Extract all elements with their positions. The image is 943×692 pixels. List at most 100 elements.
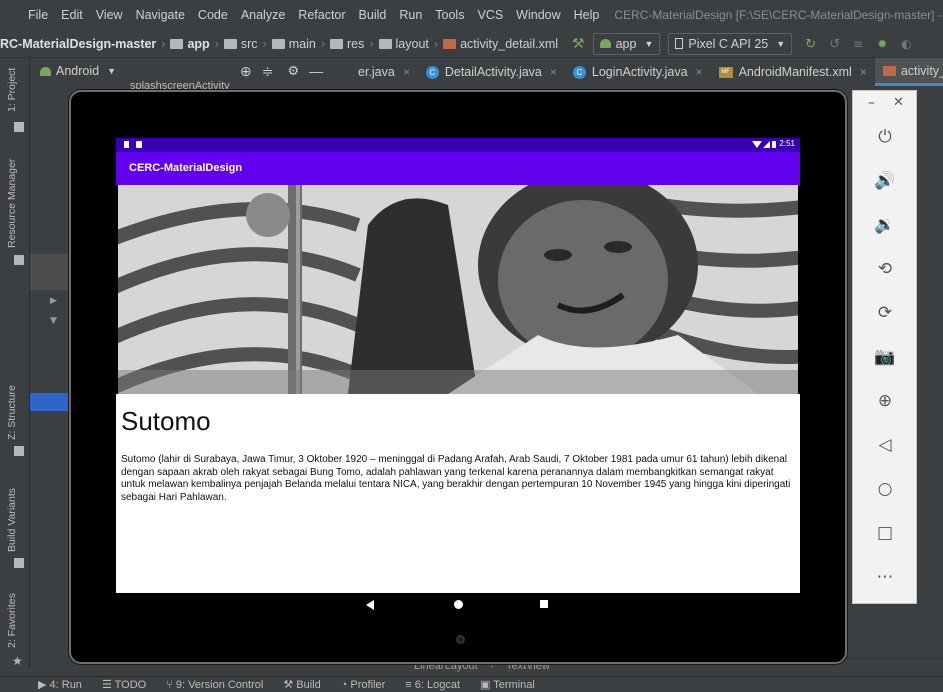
back-button[interactable]: ◁ (873, 433, 897, 457)
menu-code[interactable]: Code (198, 8, 228, 22)
close-icon[interactable]: × (860, 65, 867, 79)
app-title: CERC-MaterialDesign (129, 162, 243, 174)
more-button[interactable]: ⋯ (873, 565, 897, 589)
notification-icon (136, 141, 142, 148)
hide-panel-icon[interactable]: — (309, 63, 323, 79)
tab-android-manifest[interactable]: MF AndroidManifest.xml × (711, 58, 875, 86)
breadcrumb-project[interactable]: RC-MaterialDesign-master (0, 37, 156, 51)
notification-icon (124, 141, 129, 148)
rotate-left-button[interactable]: ⟲ (873, 257, 897, 281)
profile-icon[interactable]: ◐ (901, 37, 915, 51)
close-icon[interactable]: ✕ (893, 95, 904, 110)
chevron-right-icon: › (320, 36, 325, 51)
breadcrumb-file[interactable]: activity_detail.xml (460, 37, 558, 51)
rotate-right-button[interactable]: ⟳ (873, 301, 897, 325)
power-button[interactable]: ⏻ (873, 125, 897, 149)
tool-logcat[interactable]: ≡ 6: Logcat (405, 679, 460, 691)
tab-resource-manager[interactable]: Resource Manager (6, 159, 18, 248)
tool-todo[interactable]: ☰ TODO (102, 678, 146, 691)
emulator-panel-header: – ✕ (853, 91, 916, 119)
tool-run[interactable]: ▶ 4: Run (38, 678, 82, 691)
close-icon[interactable]: × (550, 65, 557, 79)
apply-code-changes-icon[interactable]: ≡ (853, 37, 867, 51)
menu-window[interactable]: Window (516, 8, 560, 22)
folder-icon (378, 38, 392, 49)
device-camera (456, 635, 465, 644)
chevron-right-icon: › (369, 36, 374, 51)
menu-navigate[interactable]: Navigate (136, 8, 185, 22)
home-icon[interactable] (454, 600, 463, 609)
menu-edit[interactable]: Edit (61, 8, 83, 22)
editor-tabs: er.java × C DetailActivity.java × C Logi… (350, 58, 943, 86)
hero-name: Sutomo (121, 406, 211, 436)
tab-label: er.java (358, 65, 395, 79)
tree-selected-row (30, 254, 70, 290)
close-icon[interactable]: × (403, 65, 410, 79)
breadcrumb-res[interactable]: res (347, 37, 364, 51)
tool-build[interactable]: ⚒ Build (283, 678, 320, 691)
overview-icon[interactable] (540, 600, 548, 608)
star-icon: ★ (12, 654, 23, 668)
module-folder-icon (170, 38, 184, 49)
tool-terminal[interactable]: ▣ Terminal (480, 678, 535, 691)
hero-photo-graphic (118, 185, 798, 394)
tab-build-variants[interactable]: Build Variants (6, 488, 18, 552)
menu-run[interactable]: Run (399, 8, 422, 22)
home-button[interactable]: ○ (873, 477, 897, 501)
breadcrumb-app[interactable]: app (187, 37, 209, 51)
tool-profiler-label: Profiler (350, 678, 386, 691)
chevron-down-icon: ▼ (776, 38, 786, 49)
minimize-icon[interactable]: – (868, 95, 875, 111)
breadcrumb-src[interactable]: src (241, 37, 258, 51)
rerun-icon[interactable]: ↻ (805, 37, 819, 52)
breadcrumb-main[interactable]: main (289, 37, 316, 51)
tool-version-control[interactable]: ⑂ 9: Version Control (166, 679, 263, 691)
device-screen[interactable]: 2:51 CERC-MaterialDesign Sutomo Sutomo (… (116, 138, 800, 618)
expand-arrow-icon[interactable]: ▶ (50, 296, 57, 306)
device-select[interactable]: Pixel C API 25 ▼ (668, 32, 793, 55)
screenshot-button[interactable]: 📷 (873, 345, 897, 369)
breadcrumb-layout[interactable]: layout (396, 37, 429, 51)
project-view-label: Android (56, 64, 100, 78)
tool-logcat-label: 6: Logcat (414, 678, 461, 691)
apply-changes-icon[interactable]: ↺ (829, 37, 843, 52)
volume-down-button[interactable]: 🔉 (873, 213, 897, 237)
device-label: Pixel C API 25 (688, 36, 769, 51)
zoom-button[interactable]: ⊕ (873, 389, 897, 413)
menu-build[interactable]: Build (359, 8, 387, 22)
gear-icon[interactable]: ⚙ (287, 63, 299, 79)
hero-description: Sutomo (lahir di Surabaya, Jawa Timur, 3… (121, 454, 791, 504)
tab-partial-java[interactable]: er.java × (350, 58, 418, 86)
chevron-right-icon: › (214, 36, 219, 51)
tab-project[interactable]: 1: Project (6, 68, 18, 112)
locate-icon[interactable]: ⊕ (240, 63, 252, 80)
run-config-select[interactable]: app ▼ (592, 32, 661, 55)
manifest-icon: MF (718, 66, 733, 78)
menu-refactor[interactable]: Refactor (298, 8, 345, 22)
back-icon[interactable] (366, 600, 374, 610)
build-hammer-icon[interactable]: ⚒ (572, 36, 585, 52)
menu-tools[interactable]: Tools (435, 8, 464, 22)
menu-analyze[interactable]: Analyze (241, 8, 285, 22)
tab-structure[interactable]: Z: Structure (6, 385, 18, 440)
menu-bar: File Edit View Navigate Code Analyze Ref… (0, 0, 943, 30)
menu-view[interactable]: View (96, 8, 123, 22)
tab-detail-activity[interactable]: C DetailActivity.java × (418, 58, 565, 86)
tab-login-activity[interactable]: C LoginActivity.java × (565, 58, 711, 86)
left-tool-strip: 1: Project Resource Manager Z: Structure… (0, 58, 30, 668)
tool-profiler[interactable]: ◔ Profiler (341, 679, 386, 691)
volume-up-button[interactable]: 🔊 (873, 169, 897, 193)
device-icon (675, 38, 684, 49)
emulator-control-panel: – ✕ ⏻ 🔊 🔉 ⟲ ⟳ 📷 ⊕ ◁ ○ □ ⋯ (852, 90, 917, 604)
collapse-arrow-icon[interactable]: ▼ (50, 316, 57, 326)
device-status-bar: 2:51 (116, 138, 800, 152)
overview-button[interactable]: □ (873, 521, 897, 545)
menu-vcs[interactable]: VCS (477, 8, 503, 22)
menu-file[interactable]: File (28, 8, 48, 22)
menu-help[interactable]: Help (574, 8, 600, 22)
debug-icon[interactable]: ✹ (877, 37, 891, 51)
tab-activity-detail[interactable]: activity_deta (874, 58, 943, 86)
close-icon[interactable]: × (696, 65, 703, 79)
tab-favorites[interactable]: 2: Favorites (6, 593, 18, 648)
collapse-all-icon[interactable]: ≑ (262, 63, 274, 80)
